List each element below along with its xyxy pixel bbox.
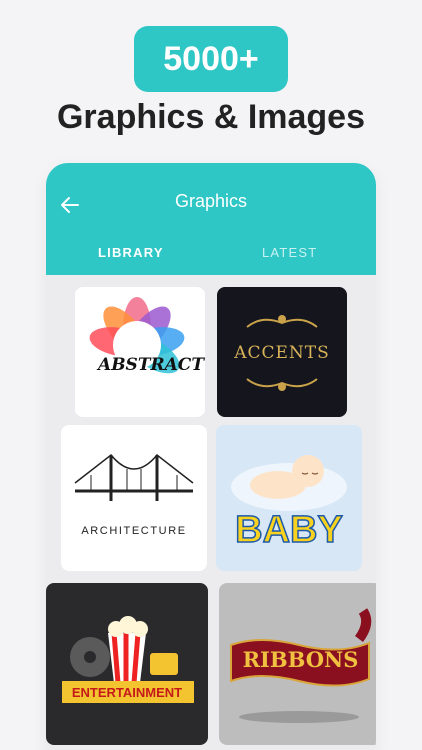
bridge-icon (74, 453, 194, 501)
tile-label: BABY (234, 508, 343, 552)
tile-label: ARCHITECTURE (81, 525, 187, 537)
tile-label: ENTERTAINMENT (71, 685, 183, 700)
graphic-tile-architecture[interactable]: ARCHITECTURE (61, 425, 207, 571)
phone-screen: Graphics LIBRARY LATEST ABSTRACT ACCENTS… (46, 163, 376, 750)
tile-label: ACCENTS (234, 343, 330, 363)
promo-headline: Graphics & Images (56, 98, 365, 136)
tile-label: ABSTRACT (98, 355, 204, 375)
tab-latest[interactable]: LATEST (262, 245, 317, 260)
count-badge: 5000+ (134, 26, 288, 92)
graphic-tile-abstract[interactable]: ABSTRACT (75, 287, 205, 417)
graphic-tile-entertainment[interactable]: ENTERTAINMENT (46, 583, 208, 745)
graphic-tile-accents[interactable]: ACCENTS (217, 287, 347, 417)
popcorn-icon (62, 616, 194, 703)
tab-library[interactable]: LIBRARY (98, 245, 164, 260)
screen-title: Graphics (174, 191, 248, 211)
tile-label: RIBBONS (242, 647, 359, 672)
app-bar: Graphics LIBRARY LATEST (46, 163, 376, 275)
graphic-tile-ribbons[interactable]: RIBBONS (219, 583, 376, 745)
graphic-tile-baby[interactable]: BABY (216, 425, 362, 571)
abstract-flower-icon (89, 297, 185, 374)
